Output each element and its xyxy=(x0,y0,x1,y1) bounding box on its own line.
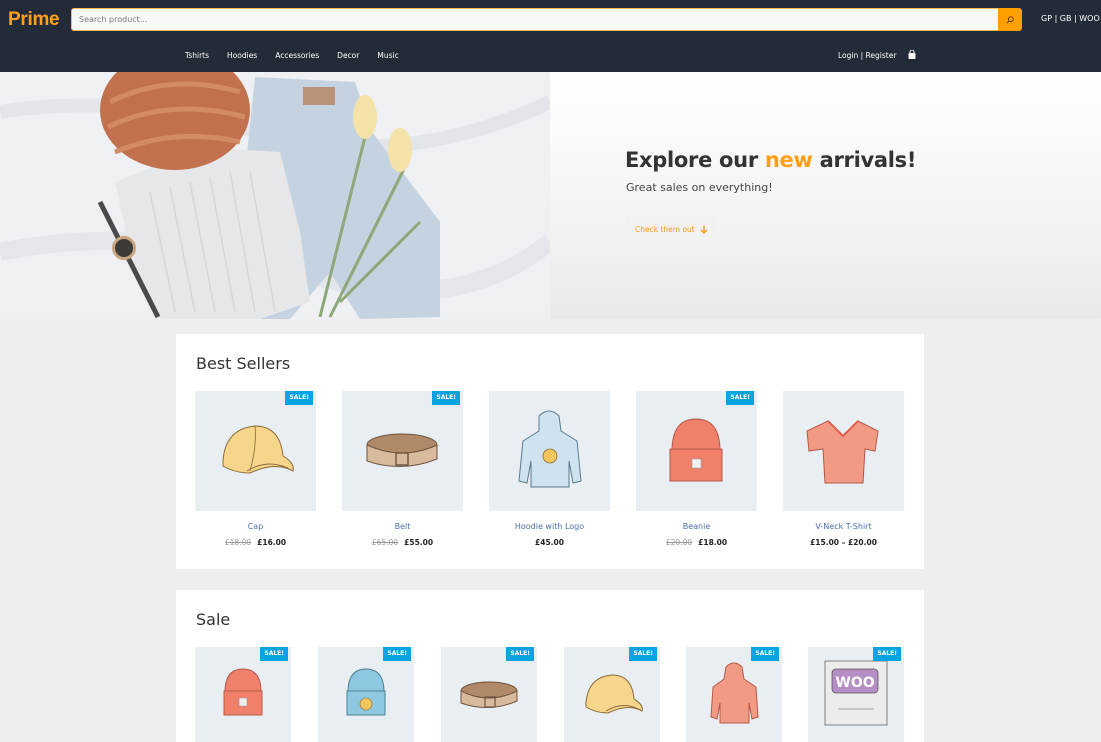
search-button[interactable] xyxy=(998,8,1022,31)
arrow-down-icon xyxy=(700,225,708,234)
tshirt-image xyxy=(806,420,879,484)
language-links[interactable]: GP | GB | WOO xyxy=(1041,14,1100,23)
product-price: £65.00 £55.00 xyxy=(342,538,463,547)
old-price: £65.00 xyxy=(371,538,399,547)
product-name-link[interactable]: Beanie xyxy=(636,522,757,531)
section-title: Sale xyxy=(196,610,231,629)
product-name-link[interactable]: Belt xyxy=(342,522,463,531)
sale-badge: SALE! xyxy=(506,647,534,661)
sale-badge: SALE! xyxy=(383,647,411,661)
best-sellers-section: Best Sellers SALE! Cap £18.00 £16.00 SALE… xyxy=(176,334,924,569)
product-card: SALE! xyxy=(318,647,414,742)
product-image-vneck-tshirt[interactable] xyxy=(783,391,904,511)
sale-badge: SALE! xyxy=(726,391,754,405)
product-card: SALE! Cap £18.00 £16.00 xyxy=(195,391,316,547)
belt-image xyxy=(460,681,518,708)
shopping-bag-icon[interactable] xyxy=(907,50,917,60)
beanie-blue-image xyxy=(346,668,386,716)
current-price: £16.00 xyxy=(257,538,287,547)
hero-title-accent: new xyxy=(764,148,813,172)
woo-album-image: WOO xyxy=(824,660,888,726)
hero-image xyxy=(0,72,550,319)
beanie-image xyxy=(223,668,263,716)
product-image-album[interactable]: WOO SALE! xyxy=(808,647,904,742)
hero-title: Explore our new arrivals! xyxy=(625,148,916,172)
sale-badge: SALE! xyxy=(629,647,657,661)
product-price: £20.00 £18.00 xyxy=(636,538,757,547)
product-card: V-Neck T-Shirt £15.00 – £20.00 xyxy=(783,391,904,547)
current-price: £55.00 xyxy=(404,538,434,547)
product-card: SALE! xyxy=(686,647,782,742)
sale-section: Sale SALE! SALE! SALE! SALE! SALE! WOO S… xyxy=(176,590,924,742)
product-name-link[interactable]: Cap xyxy=(195,522,316,531)
old-price: £18.00 xyxy=(224,538,252,547)
product-price: £45.00 xyxy=(489,538,610,547)
current-price: £15.00 – £20.00 xyxy=(810,538,877,547)
product-image-beanie[interactable]: SALE! xyxy=(636,391,757,511)
product-image-hoodie[interactable]: SALE! xyxy=(686,647,782,742)
site-logo[interactable]: Prime xyxy=(8,9,60,31)
product-card: SALE! xyxy=(195,647,291,742)
cap-image xyxy=(222,425,294,474)
product-name-link[interactable]: Hoodie with Logo xyxy=(489,522,610,531)
product-card: SALE! Beanie £20.00 £18.00 xyxy=(636,391,757,547)
product-card: SALE! xyxy=(564,647,660,742)
current-price: £45.00 xyxy=(535,538,564,547)
hero-banner: Explore our new arrivals! Great sales on… xyxy=(0,72,1101,319)
product-card: WOO SALE! xyxy=(808,647,904,742)
product-image-hoodie-with-logo[interactable] xyxy=(489,391,610,511)
product-name-link[interactable]: V-Neck T-Shirt xyxy=(783,522,904,531)
current-price: £18.00 xyxy=(698,538,728,547)
nav-music[interactable]: Music xyxy=(377,51,398,60)
svg-text:WOO: WOO xyxy=(835,675,874,691)
sale-badge: SALE! xyxy=(873,647,901,661)
hero-title-text-end: arrivals! xyxy=(812,148,917,172)
product-image-beanie-with-logo[interactable]: SALE! xyxy=(318,647,414,742)
site-header: Prime GP | GB | WOO Tshirts Hoodies Acce… xyxy=(0,0,1101,72)
hero-button-label: Check them out xyxy=(635,225,695,234)
hero-title-text: Explore our xyxy=(625,148,765,172)
sale-badge: SALE! xyxy=(432,391,460,405)
search-input[interactable] xyxy=(71,8,999,31)
product-image-beanie[interactable]: SALE! xyxy=(195,647,291,742)
nav-hoodies[interactable]: Hoodies xyxy=(227,51,257,60)
main-nav: Tshirts Hoodies Accessories Decor Music xyxy=(185,51,417,60)
beanie-image xyxy=(669,418,723,482)
nav-tshirts[interactable]: Tshirts xyxy=(185,51,209,60)
belt-image xyxy=(366,433,438,468)
old-price: £20.00 xyxy=(665,538,693,547)
product-image-cap[interactable]: SALE! xyxy=(564,647,660,742)
search-icon xyxy=(1006,15,1014,24)
product-image-belt[interactable]: SALE! xyxy=(342,391,463,511)
section-title: Best Sellers xyxy=(196,354,291,373)
sale-badge: SALE! xyxy=(751,647,779,661)
product-image-cap[interactable]: SALE! xyxy=(195,391,316,511)
check-them-out-button[interactable]: Check them out xyxy=(626,217,716,242)
product-card: SALE! xyxy=(441,647,537,742)
sale-badge: SALE! xyxy=(260,647,288,661)
product-card: Hoodie with Logo £45.00 xyxy=(489,391,610,547)
search-bar xyxy=(71,8,1022,31)
hoodie-image xyxy=(518,410,582,488)
nav-decor[interactable]: Decor xyxy=(337,51,359,60)
product-price: £15.00 – £20.00 xyxy=(783,538,904,547)
sale-badge: SALE! xyxy=(285,391,313,405)
product-image-belt[interactable]: SALE! xyxy=(441,647,537,742)
hero-subtitle: Great sales on everything! xyxy=(626,181,773,194)
cap-image xyxy=(585,674,643,714)
hoodie-pink-image xyxy=(710,662,759,724)
nav-accessories[interactable]: Accessories xyxy=(275,51,319,60)
product-price: £18.00 £16.00 xyxy=(195,538,316,547)
login-register-link[interactable]: Login | Register xyxy=(838,51,896,60)
product-card: SALE! Belt £65.00 £55.00 xyxy=(342,391,463,547)
